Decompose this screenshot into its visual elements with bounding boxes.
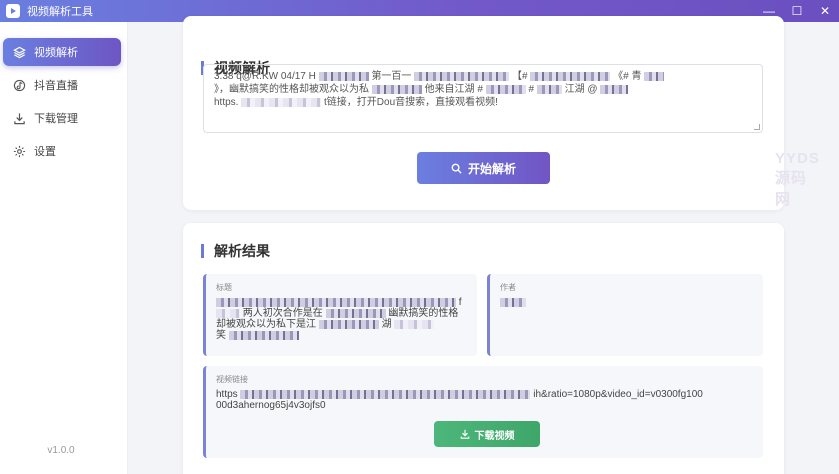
title-text: 两人初次合作是在 [242,308,323,319]
download-video-button[interactable]: 下载视频 [434,421,540,447]
sidebar-item-settings[interactable]: 设置 [3,137,121,165]
download-icon [460,429,470,439]
blurred-text [530,71,611,81]
window-title: 视频解析工具 [27,6,93,18]
author-value [500,297,753,308]
link-text: https [216,389,238,400]
sidebar-item-douyin-live[interactable]: 抖音直播 [3,71,121,99]
blurred-text [414,71,510,81]
input-text: 【# [512,71,528,82]
input-text: https. [214,97,239,108]
download-video-label: 下载视频 [474,430,515,442]
watermark: YYDS源码网 [775,150,820,208]
resize-handle[interactable] [754,124,760,130]
close-button[interactable]: ✕ [811,0,839,22]
maximize-button[interactable]: ☐ [783,0,811,22]
input-text: # [528,84,535,95]
blurred-text [241,97,322,107]
input-text: 》，幽默搞笑的性格却被观众以为私 [214,84,369,95]
title-text: 却被观众以为私下是江 [216,319,316,330]
download-icon [12,111,26,125]
blurred-text [325,308,386,318]
parse-card: 视频解析 3.38 q@R.KW 04/17 H 第一百一 【# 《# 青 》，… [183,16,819,210]
title-value: f 两人初次合作是在 幽默搞笑的性格 却被观众以为私下是江 湖 笑 [216,297,467,341]
blurred-text [228,330,299,340]
blurred-text [240,389,531,399]
start-parse-label: 开始解析 [467,161,516,176]
share-link-textarea[interactable]: 3.38 q@R.KW 04/17 H 第一百一 【# 《# 青 》，幽默搞笑的… [203,64,763,133]
input-text: 第一百一 [371,71,412,82]
sidebar-item-label: 抖音直播 [34,80,78,92]
title-text: 笑 [216,330,226,341]
blurred-text [644,71,665,81]
input-text: 《# 青 [613,71,642,82]
input-text: 3.38 q@R.KW 04/17 H [214,71,316,82]
blurred-text [318,319,379,329]
title-text: f [458,297,462,308]
video-link-field: 视频链接 https ih&ratio=1080p&video_id=v0300… [203,366,763,458]
sidebar-item-video-parse[interactable]: 视频解析 [3,38,121,66]
gear-icon [12,144,26,158]
field-label: 视频链接 [216,375,248,384]
field-label: 标题 [216,283,232,292]
blurred-text [216,297,456,307]
title-text: 幽默搞笑的性格 [388,308,459,319]
sidebar-item-label: 下载管理 [34,113,78,125]
version-label: v1.0.0 [47,445,75,456]
link-text: 00d3ahernog65j4v3ojfs0 [216,400,326,411]
blurred-text [371,84,422,94]
field-label: 作者 [500,283,516,292]
link-text: ih&ratio=1080p&video_id=v0300fg100 [533,389,703,400]
blurred-text [485,84,526,94]
sidebar-item-label: 设置 [34,146,56,158]
app-logo-icon [6,4,20,18]
blurred-text [600,84,629,94]
result-section-title: 解析结果 [201,244,270,258]
result-card: 解析结果 标题 f 两人初次合作是在 幽默搞笑的性格 却被观众以为私下是江 湖 … [183,223,784,474]
blurred-text [216,308,240,318]
title-text: 湖 [381,319,392,330]
blurred-text [500,297,526,307]
sidebar-item-download-manager[interactable]: 下载管理 [3,104,121,132]
title-field: 标题 f 两人初次合作是在 幽默搞笑的性格 却被观众以为私下是江 湖 笑 [203,274,477,356]
sidebar: 视频解析 抖音直播 下载管理 设置 v1.0.0 [0,22,128,474]
video-link-value: https ih&ratio=1080p&video_id=v0300fg100… [216,389,753,411]
input-text: 江湖 @ [564,84,598,95]
music-note-icon [12,78,26,92]
sidebar-item-label: 视频解析 [34,47,78,59]
main-content: 视频解析 3.38 q@R.KW 04/17 H 第一百一 【# 《# 青 》，… [128,16,839,474]
blurred-text [318,71,369,81]
start-parse-button[interactable]: 开始解析 [417,152,550,184]
input-text: t链接，打开Dou音搜索，直接观看视频! [324,97,498,108]
search-icon [451,163,462,174]
blurred-text [394,319,435,329]
input-text: 他来自江湖 # [424,84,483,95]
author-field: 作者 [487,274,763,356]
layers-icon [12,45,26,59]
blurred-text [536,84,562,94]
